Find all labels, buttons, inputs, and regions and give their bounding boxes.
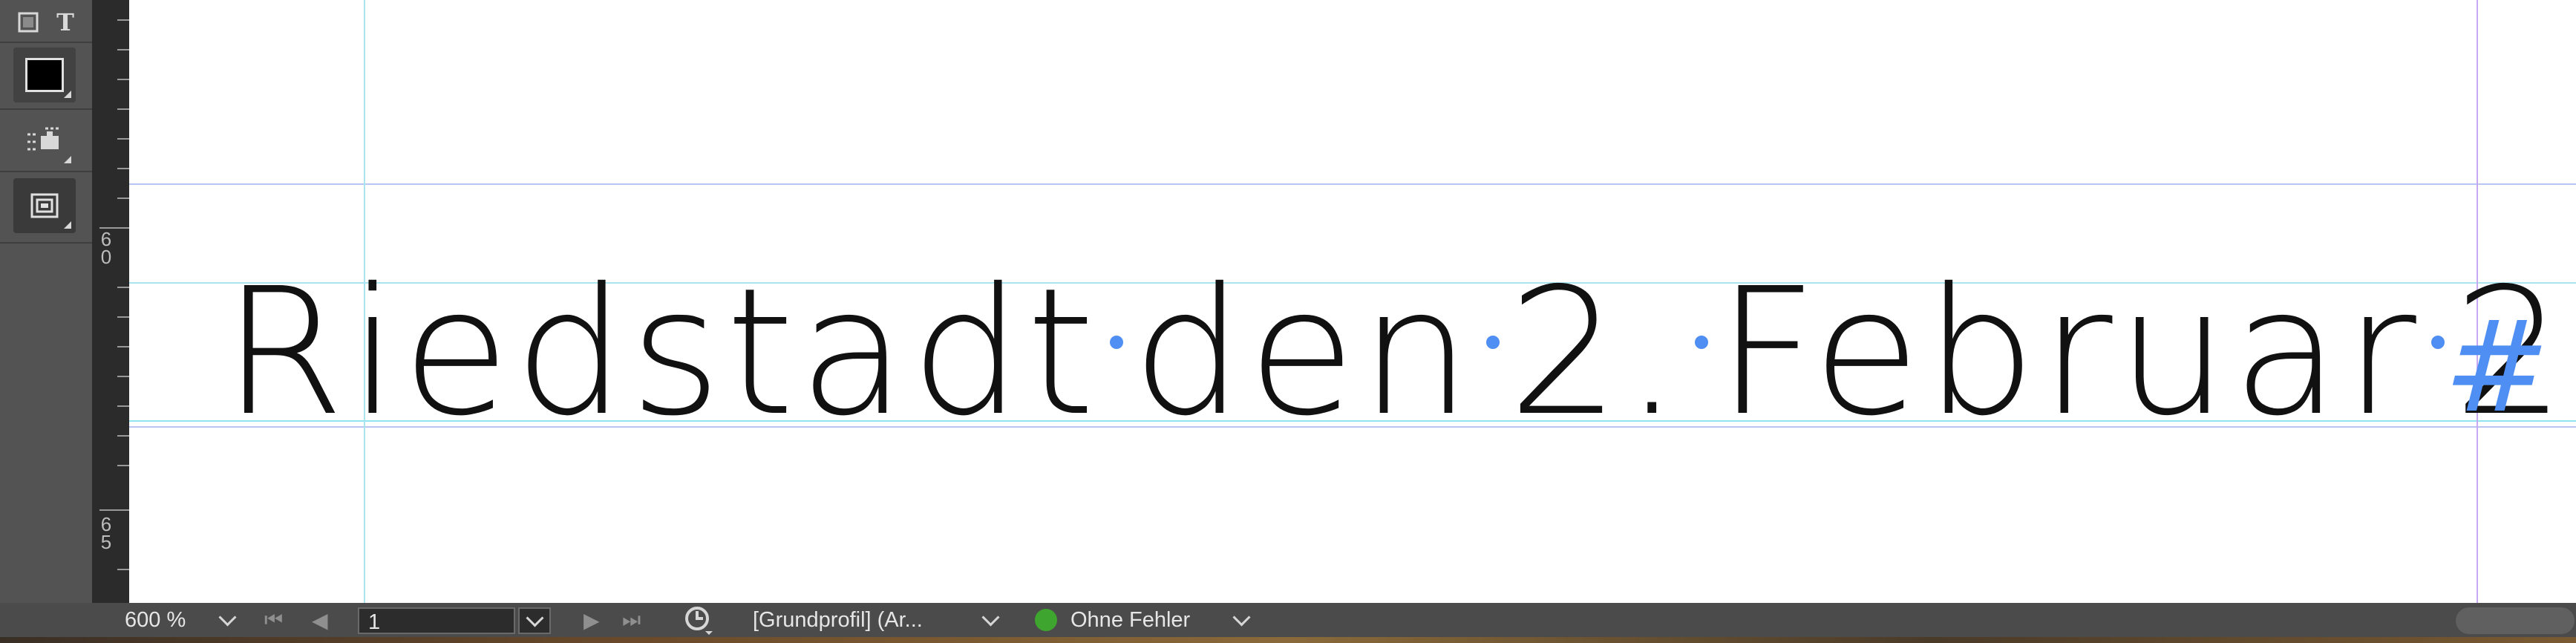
tools-panel: T [0,0,92,603]
word-riedstadt: Riedstadt [223,250,1099,454]
page-dropdown-button[interactable] [518,607,551,634]
word-den: den [1132,250,1476,454]
horizontal-scrollbar[interactable] [2456,607,2575,634]
word-februar: Februar [1716,250,2421,454]
first-page-button[interactable]: ⏮ [264,603,283,637]
space-marker [1099,336,1132,413]
content-grabber-button[interactable] [13,116,76,168]
vertical-ruler[interactable]: 6 0 6 5 [92,0,129,603]
previous-page-icon: ◀ [312,608,328,632]
fill-stroke-swatch-button[interactable] [13,48,76,102]
previous-page-button[interactable]: ◀ [312,603,328,637]
last-page-icon: ⏭ [622,607,641,631]
chevron-down-icon [218,607,237,627]
zoom-level[interactable]: 600 % [125,603,186,637]
end-of-story-marker: # [2444,294,2550,441]
chevron-down-icon [1232,607,1251,627]
preflight-status-indicator [1035,603,1057,637]
chevron-down-icon [981,607,1000,627]
clock-history-icon [685,607,713,635]
next-page-button[interactable]: ▶ [583,603,600,637]
status-ok-icon [1035,609,1057,631]
screen-mode-icon [30,193,59,218]
space-marker [1684,336,1717,413]
type-tool-icon: T [56,8,74,36]
space-marker [1476,336,1508,413]
preflight-status-text: Ohne Fehler [1070,607,1191,632]
margin-guide-horizontal [129,183,2576,185]
document-canvas[interactable]: Riedstadtden2.Februar2022 # [129,0,2576,603]
content-grabber-icon [27,127,60,151]
first-page-icon: ⏮ [264,607,284,631]
desktop-background-strip [0,637,2576,643]
ruler-label-65: 6 5 [100,513,112,553]
zoom-dropdown-button[interactable] [218,603,237,637]
status-bar: 600 % ⏮ ◀ 1 ▶ ⏭ [Grundprofil] (Ar... Ohn… [0,603,2576,643]
preflight-history-button[interactable] [683,603,714,637]
rectangle-frame-tool-button[interactable] [13,9,43,36]
type-tool-button[interactable]: T [50,8,80,36]
ruler-label-60: 6 0 [100,228,112,268]
next-page-icon: ▶ [583,608,600,632]
last-page-button[interactable]: ⏭ [622,603,641,637]
chevron-down-icon [525,608,544,627]
page-number-field[interactable]: 1 [358,607,515,634]
profile-dropdown-button[interactable] [981,603,1000,637]
word-day: 2. [1508,250,1684,454]
fill-stroke-swatch-icon [25,58,64,92]
screen-mode-button[interactable] [13,178,76,233]
preflight-profile[interactable]: [Grundprofil] (Ar... [753,603,923,637]
text-frame[interactable]: Riedstadtden2.Februar2022 [223,249,2576,457]
rectangle-frame-tool-icon [18,12,39,33]
preflight-menu-button[interactable] [1232,603,1251,637]
